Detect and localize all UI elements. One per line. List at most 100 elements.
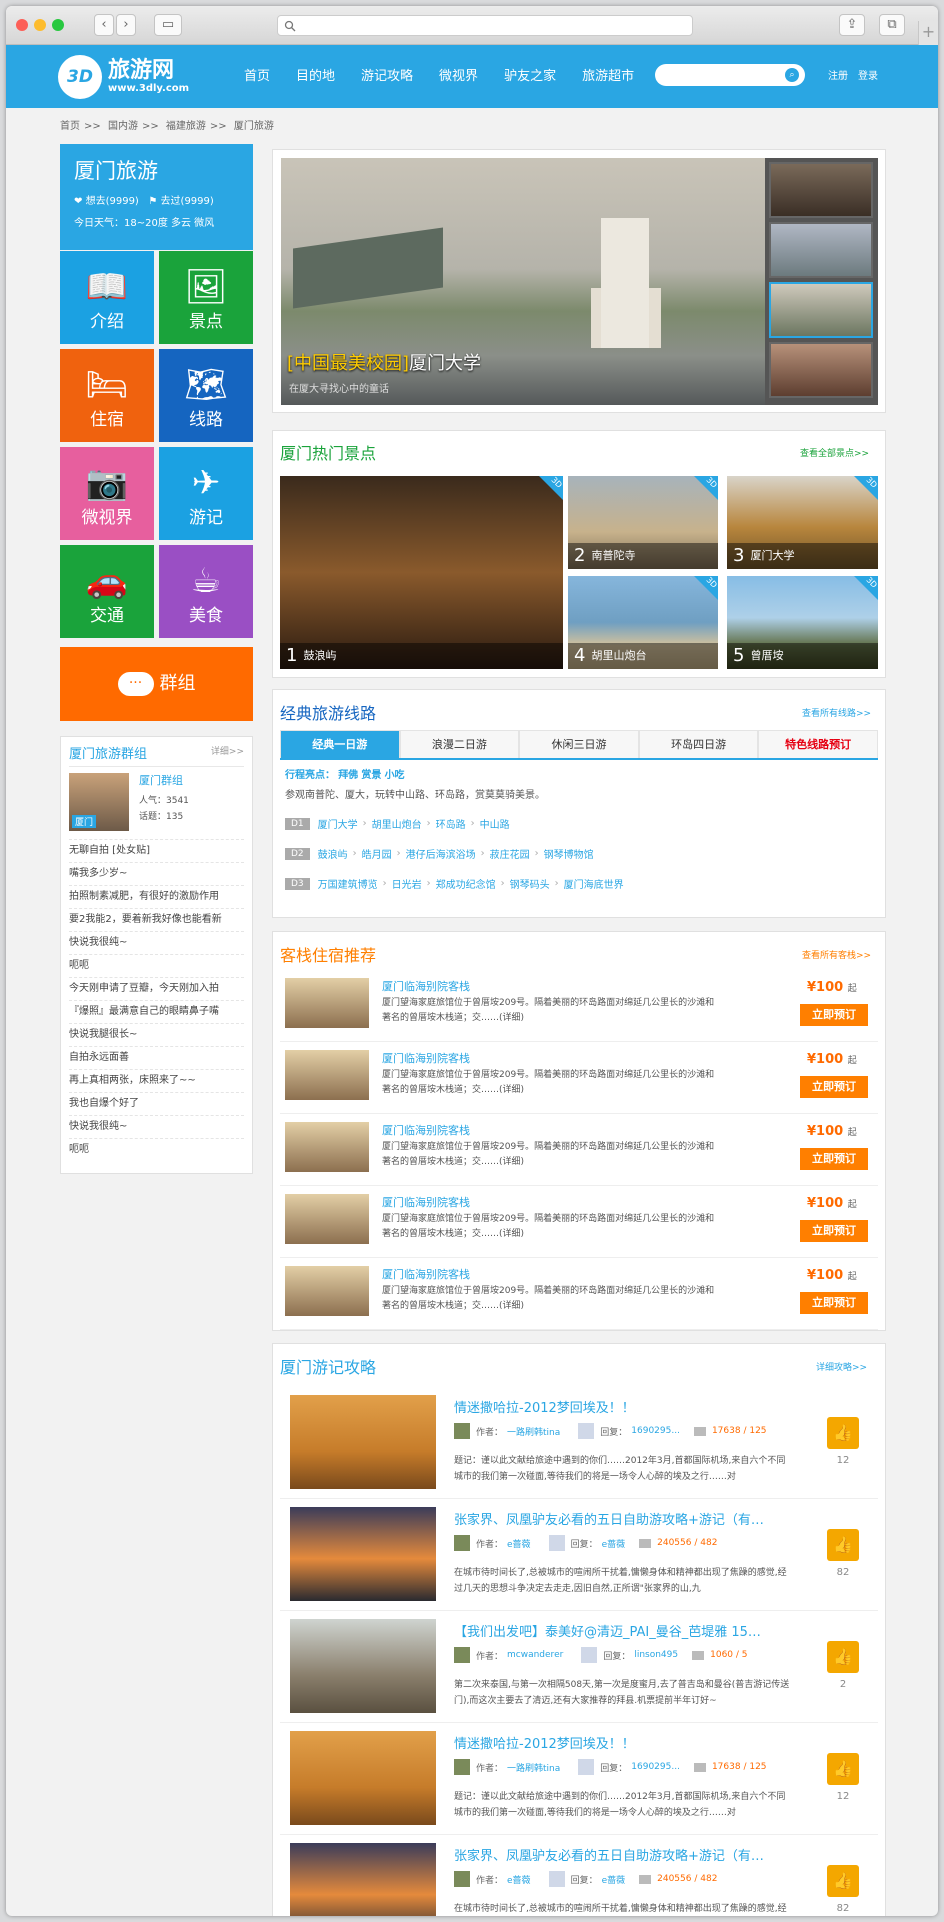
group-post-item[interactable]: 嘴我多少岁~ <box>69 862 244 885</box>
book-now-button[interactable]: 立即预订 <box>800 1148 868 1170</box>
spots-more-link[interactable]: 查看全部景点>> <box>800 446 869 459</box>
routes-more-link[interactable]: 查看所有线路>> <box>802 706 871 719</box>
thumbs-up-icon[interactable]: 👍 <box>827 1641 859 1673</box>
hotel-image[interactable] <box>285 1050 369 1100</box>
tile-transport[interactable]: 🚗 交通 <box>60 545 154 638</box>
replier-link[interactable]: e蔷薇 <box>602 1873 626 1886</box>
avatar[interactable] <box>454 1535 470 1551</box>
sidebar-toggle-button[interactable]: ▭ <box>154 14 182 36</box>
minimize-window-button[interactable] <box>34 19 46 31</box>
hero-thumb-4[interactable] <box>769 342 873 398</box>
hero-thumb-2[interactable] <box>769 222 873 278</box>
group-post-item[interactable]: 呃呃 <box>69 1138 244 1161</box>
spot-card[interactable]: 3D 4 胡里山炮台 <box>568 576 718 669</box>
note-title-link[interactable]: 【我们出发吧】泰美好@清迈_PAI_曼谷_芭堤雅 15… <box>454 1621 761 1640</box>
avatar[interactable] <box>578 1423 595 1439</box>
thumbs-up-icon[interactable]: 👍 <box>827 1417 859 1449</box>
spot-card[interactable]: 3D 2 南普陀寺 <box>568 476 718 569</box>
replier-link[interactable]: e蔷薇 <box>602 1537 626 1550</box>
register-link[interactable]: 注册 <box>828 45 848 108</box>
hotel-image[interactable] <box>285 978 369 1028</box>
avatar[interactable] <box>578 1759 595 1775</box>
tile-travel-notes[interactable]: ✈ 游记 <box>159 447 253 540</box>
book-now-button[interactable]: 立即预订 <box>800 1076 868 1098</box>
group-post-item[interactable]: 呃呃 <box>69 954 244 977</box>
thumbs-up-icon[interactable]: 👍 <box>827 1753 859 1785</box>
group-post-item[interactable]: 拍照制素减肥，有很好的激励作用 <box>69 885 244 908</box>
note-title-link[interactable]: 张家界、凤凰驴友必看的五日自助游攻略+游记（有… <box>454 1845 764 1864</box>
tile-routes[interactable]: 🗺 线路 <box>159 349 253 442</box>
hotel-name-link[interactable]: 厦门临海别院客栈 <box>382 978 470 994</box>
thumbs-up-icon[interactable]: 👍 <box>827 1529 859 1561</box>
route-stop-link[interactable]: 环岛路 <box>436 816 466 831</box>
group-post-item[interactable]: 快说我很纯~ <box>69 1115 244 1138</box>
group-post-item[interactable]: 要2我能2，要着新我好像也能看新 <box>69 908 244 931</box>
hero-thumb-1[interactable] <box>769 162 873 218</box>
replier-link[interactable]: 1690295... <box>631 1426 680 1436</box>
thumbs-up-icon[interactable]: 👍 <box>827 1865 859 1897</box>
breadcrumb-home[interactable]: 首页 <box>60 121 80 132</box>
author-link[interactable]: 一路刷韩tina <box>507 1425 560 1438</box>
hero-thumb-3[interactable] <box>769 282 873 338</box>
route-stop-link[interactable]: 厦门大学 <box>318 816 358 831</box>
breadcrumb-domestic[interactable]: 国内游 <box>108 121 138 132</box>
hotel-image[interactable] <box>285 1122 369 1172</box>
note-image[interactable] <box>290 1395 436 1489</box>
been-there-button[interactable]: 去过(9999) <box>161 196 214 207</box>
replier-link[interactable]: 1690295... <box>631 1762 680 1772</box>
tab-one-day[interactable]: 经典一日游 <box>280 730 400 758</box>
hotel-name-link[interactable]: 厦门临海别院客栈 <box>382 1266 470 1282</box>
group-post-item[interactable]: 『爆照』最满意自己的眼睛鼻子嘴 <box>69 1000 244 1023</box>
tile-groups[interactable]: ··· 群组 <box>60 647 253 721</box>
avatar[interactable] <box>454 1647 470 1663</box>
route-stop-link[interactable]: 钢琴码头 <box>510 876 550 891</box>
hotel-image[interactable] <box>285 1266 369 1316</box>
want-to-go-button[interactable]: 想去(9999) <box>86 196 139 207</box>
nav-backpacker-home[interactable]: 驴友之家 <box>504 45 556 108</box>
route-stop-link[interactable]: 钢琴博物馆 <box>544 846 594 861</box>
address-bar[interactable] <box>277 15 693 36</box>
note-image[interactable] <box>290 1731 436 1825</box>
spot-card[interactable]: 3D 5 曾厝垵 <box>727 576 878 669</box>
replier-link[interactable]: linson495 <box>634 1650 678 1660</box>
nav-travel-guides[interactable]: 游记攻略 <box>361 45 413 108</box>
search-icon[interactable]: ⌕ <box>785 68 799 82</box>
tile-intro[interactable]: 📖 介绍 <box>60 251 154 344</box>
group-post-item[interactable]: 自拍永远面善 <box>69 1046 244 1069</box>
tab-special-routes[interactable]: 特色线路预订 <box>758 730 878 758</box>
group-post-item[interactable]: 再上真相两张，床照来了~~ <box>69 1069 244 1092</box>
avatar[interactable] <box>548 1871 565 1887</box>
book-now-button[interactable]: 立即预订 <box>800 1220 868 1242</box>
forward-button[interactable]: › <box>116 14 136 36</box>
note-title-link[interactable]: 情迷撒哈拉-2012梦回埃及！！ <box>454 1733 635 1752</box>
share-button[interactable]: ⇪ <box>839 14 865 36</box>
note-title-link[interactable]: 张家界、凤凰驴友必看的五日自助游攻略+游记（有… <box>454 1509 764 1528</box>
hero-image[interactable]: [中国最美校园]厦门大学 在厦大寻找心中的童话 <box>281 158 765 405</box>
hotel-name-link[interactable]: 厦门临海别院客栈 <box>382 1122 470 1138</box>
tile-food[interactable]: ☕ 美食 <box>159 545 253 638</box>
group-more-link[interactable]: 详细>> <box>211 743 244 762</box>
book-now-button[interactable]: 立即预订 <box>800 1292 868 1314</box>
author-link[interactable]: 一路刷韩tina <box>507 1761 560 1774</box>
tab-two-day[interactable]: 浪漫二日游 <box>399 730 520 758</box>
tabs-button[interactable]: ⧉ <box>879 14 905 36</box>
route-stop-link[interactable]: 鼓浪屿 <box>318 846 348 861</box>
route-stop-link[interactable]: 中山路 <box>480 816 510 831</box>
group-thumbnail[interactable]: 厦门 <box>69 773 129 831</box>
tile-attractions[interactable]: 🖼 景点 <box>159 251 253 344</box>
note-title-link[interactable]: 情迷撒哈拉-2012梦回埃及！！ <box>454 1397 635 1416</box>
avatar[interactable] <box>548 1535 565 1551</box>
group-post-item[interactable]: 我也自爆个好了 <box>69 1092 244 1115</box>
tab-three-day[interactable]: 休闲三日游 <box>519 730 639 758</box>
nav-travel-market[interactable]: 旅游超市 <box>582 45 634 108</box>
author-link[interactable]: e蔷薇 <box>507 1537 531 1550</box>
nav-destinations[interactable]: 目的地 <box>296 45 335 108</box>
nav-home[interactable]: 首页 <box>244 45 270 108</box>
note-image[interactable] <box>290 1619 436 1713</box>
hotels-more-link[interactable]: 查看所有客栈>> <box>802 948 871 961</box>
tab-four-day[interactable]: 环岛四日游 <box>638 730 759 758</box>
site-logo[interactable]: 3D 旅游网 www.3dly.com <box>58 53 189 101</box>
notes-more-link[interactable]: 详细攻略>> <box>816 1360 867 1373</box>
avatar[interactable] <box>581 1647 598 1663</box>
group-post-item[interactable]: 快说我很纯~ <box>69 931 244 954</box>
